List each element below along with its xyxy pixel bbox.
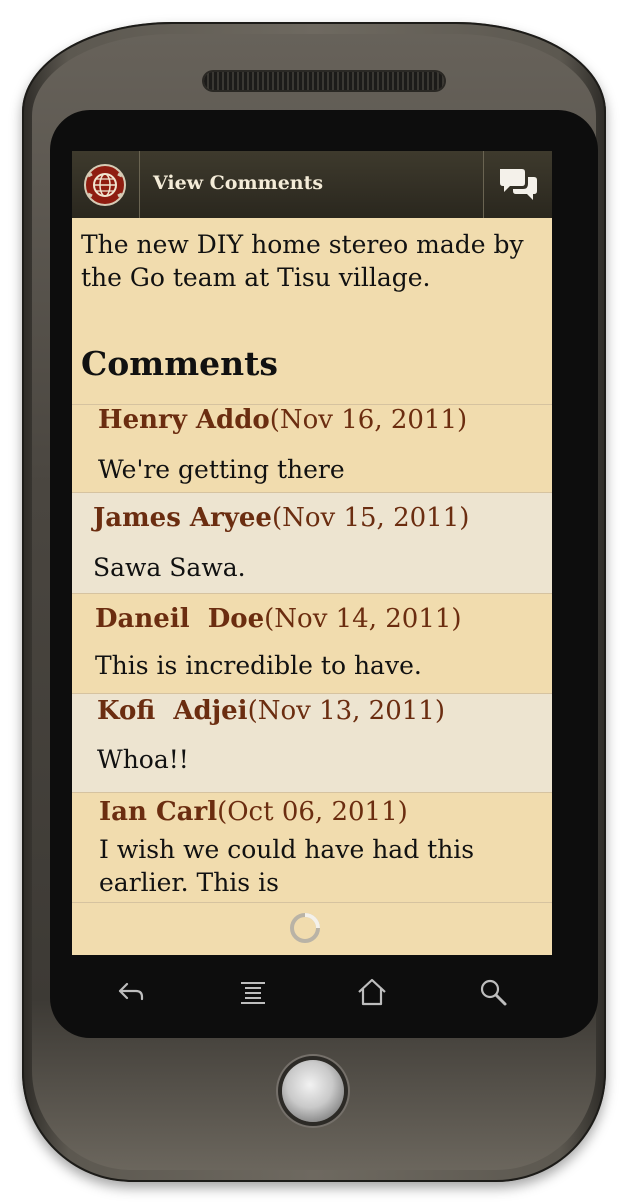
menu-icon[interactable]: [236, 975, 270, 1009]
speaker-grille: [204, 72, 444, 90]
actionbar-divider: [483, 151, 484, 218]
comment-text: We're getting there: [98, 455, 345, 484]
action-bar: View Comments: [72, 151, 552, 218]
comment-item[interactable]: James Aryee(Nov 15, 2011) Sawa Sawa.: [72, 492, 552, 594]
comment-date: (Nov 16, 2011): [269, 405, 468, 435]
comment-text: I wish we could have had this earlier. T…: [99, 835, 475, 897]
comment-text: This is incredible to have.: [95, 651, 422, 680]
comment-text: Whoa!!: [97, 745, 189, 774]
comment-date: (Oct 06, 2011): [217, 797, 408, 827]
comment-header: Kofi Adjei(Nov 13, 2011): [97, 696, 445, 726]
actionbar-divider: [139, 151, 140, 218]
comments-heading: Comments: [81, 344, 278, 383]
comment-header: Daneil Doe(Nov 14, 2011): [95, 604, 462, 634]
comment-author: Ian Carl: [99, 797, 218, 827]
comment-date: (Nov 13, 2011): [247, 696, 445, 726]
comment-item[interactable]: Kofi Adjei(Nov 13, 2011) Whoa!!: [72, 693, 552, 793]
globe-gear-icon[interactable]: [82, 162, 128, 208]
post-description: The new DIY home stereo made by the Go t…: [81, 230, 524, 292]
comment-header: Ian Carl(Oct 06, 2011): [99, 797, 408, 827]
comment-header: Henry Addo(Nov 16, 2011): [98, 405, 467, 435]
comment-author: Daneil Doe: [95, 604, 265, 634]
soft-keys-bar: [72, 955, 552, 1025]
comment-author: Henry Addo: [98, 405, 270, 435]
list-footer-divider: [72, 902, 552, 903]
home-icon[interactable]: [355, 975, 389, 1009]
comment-header: James Aryee(Nov 15, 2011): [93, 503, 469, 533]
app-screen: View Comments The new DIY home stereo ma…: [72, 151, 552, 955]
trackball[interactable]: [282, 1060, 344, 1122]
comment-item[interactable]: Henry Addo(Nov 16, 2011) We're getting t…: [72, 404, 552, 493]
comment-date: (Nov 14, 2011): [264, 604, 462, 634]
loading-spinner-icon: [290, 913, 320, 943]
comment-item[interactable]: Ian Carl(Oct 06, 2011) I wish we could h…: [72, 792, 552, 903]
comment-item[interactable]: Daneil Doe(Nov 14, 2011) This is incredi…: [72, 593, 552, 694]
speech-bubbles-icon[interactable]: [497, 165, 539, 203]
comment-text: Sawa Sawa.: [93, 553, 246, 582]
comment-author: James Aryee: [93, 503, 272, 533]
comment-author: Kofi Adjei: [97, 696, 248, 726]
back-icon[interactable]: [114, 975, 148, 1009]
search-icon[interactable]: [476, 975, 510, 1009]
comment-date: (Nov 15, 2011): [271, 503, 470, 533]
page-title: View Comments: [153, 172, 324, 194]
